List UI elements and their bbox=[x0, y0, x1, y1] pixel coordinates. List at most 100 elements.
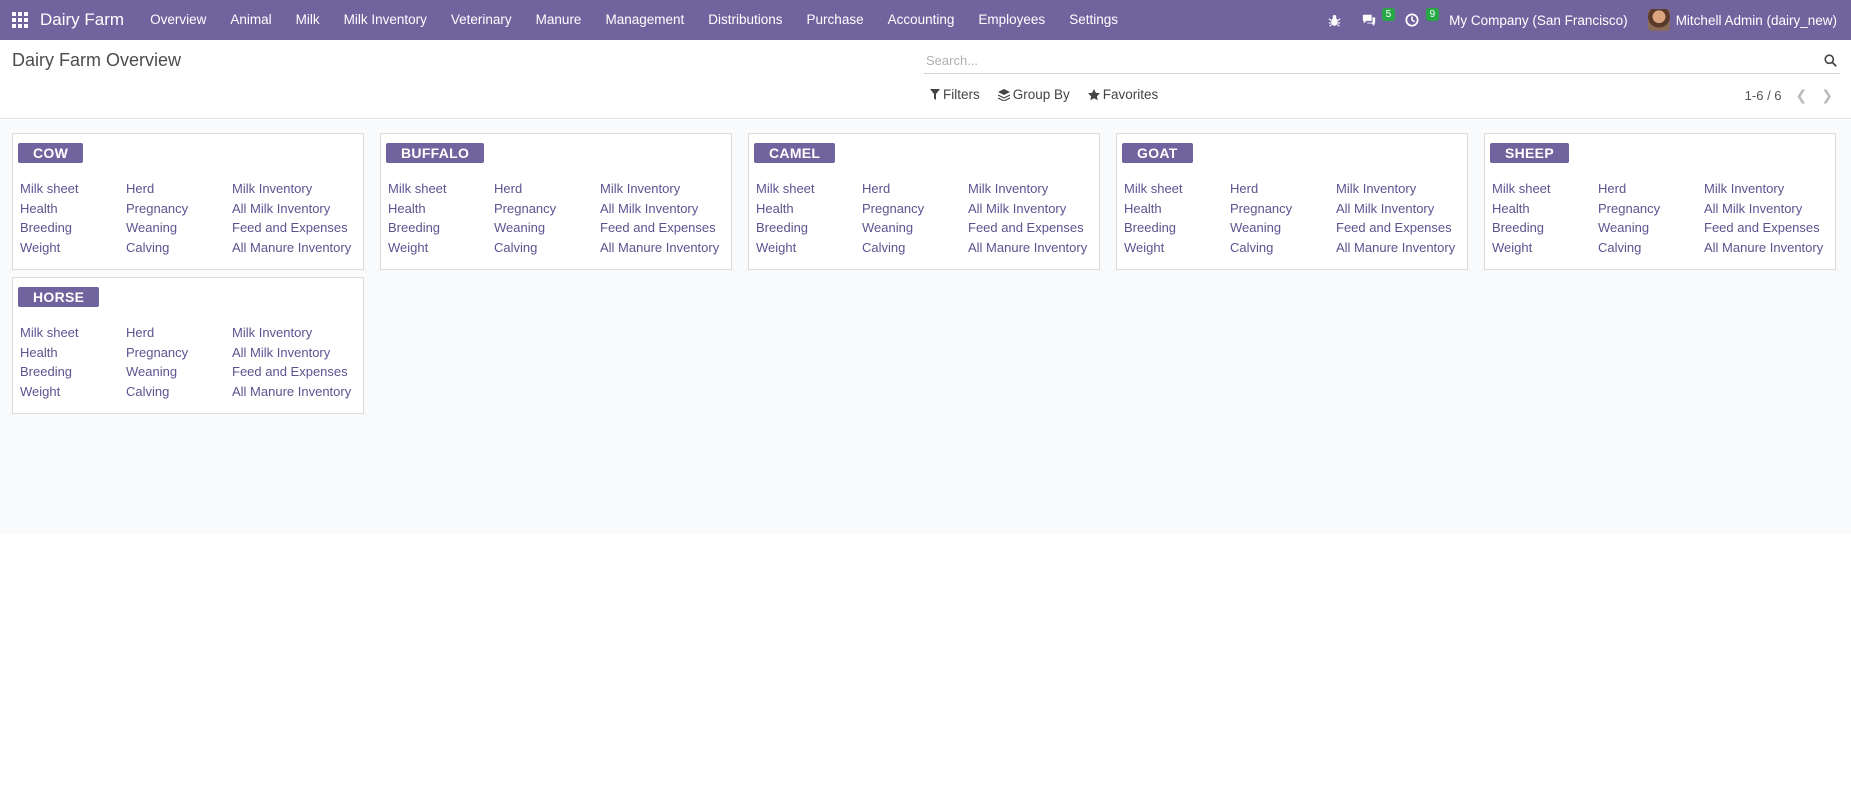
link-feed-and-expenses[interactable]: Feed and Expenses bbox=[1704, 220, 1834, 240]
link-milk-inventory[interactable]: Milk Inventory bbox=[1704, 181, 1834, 201]
chevron-left-icon[interactable]: ❮ bbox=[1796, 87, 1808, 104]
link-all-manure-inventory[interactable]: All Manure Inventory bbox=[232, 384, 362, 404]
link-breeding[interactable]: Breeding bbox=[20, 364, 126, 384]
link-health[interactable]: Health bbox=[756, 201, 862, 221]
link-milk-sheet[interactable]: Milk sheet bbox=[20, 181, 126, 201]
link-health[interactable]: Health bbox=[388, 201, 494, 221]
link-milk-sheet[interactable]: Milk sheet bbox=[20, 325, 126, 345]
group-by-button[interactable]: Group By bbox=[997, 87, 1070, 102]
link-weaning[interactable]: Weaning bbox=[862, 220, 968, 240]
link-calving[interactable]: Calving bbox=[1598, 240, 1704, 260]
link-pregnancy[interactable]: Pregnancy bbox=[494, 201, 600, 221]
link-all-manure-inventory[interactable]: All Manure Inventory bbox=[1704, 240, 1834, 260]
link-all-milk-inventory[interactable]: All Milk Inventory bbox=[968, 201, 1098, 221]
search-input[interactable] bbox=[924, 53, 1820, 68]
menu-item-milk[interactable]: Milk bbox=[284, 0, 332, 40]
link-weaning[interactable]: Weaning bbox=[1598, 220, 1704, 240]
link-all-manure-inventory[interactable]: All Manure Inventory bbox=[232, 240, 362, 260]
card-title[interactable]: HORSE bbox=[18, 287, 100, 307]
card-title[interactable]: BUFFALO bbox=[386, 143, 485, 163]
link-herd[interactable]: Herd bbox=[862, 181, 968, 201]
card-title[interactable]: SHEEP bbox=[1490, 143, 1569, 163]
link-herd[interactable]: Herd bbox=[1598, 181, 1704, 201]
menu-item-management[interactable]: Management bbox=[593, 0, 696, 40]
link-herd[interactable]: Herd bbox=[494, 181, 600, 201]
menu-item-milk-inventory[interactable]: Milk Inventory bbox=[332, 0, 439, 40]
link-all-manure-inventory[interactable]: All Manure Inventory bbox=[968, 240, 1098, 260]
link-calving[interactable]: Calving bbox=[862, 240, 968, 260]
link-herd[interactable]: Herd bbox=[126, 181, 232, 201]
link-feed-and-expenses[interactable]: Feed and Expenses bbox=[600, 220, 730, 240]
company-switcher[interactable]: My Company (San Francisco) bbox=[1439, 0, 1638, 40]
app-switcher-icon[interactable] bbox=[0, 0, 40, 40]
link-all-manure-inventory[interactable]: All Manure Inventory bbox=[600, 240, 730, 260]
link-pregnancy[interactable]: Pregnancy bbox=[1230, 201, 1336, 221]
chevron-right-icon[interactable]: ❯ bbox=[1821, 87, 1833, 104]
link-weight[interactable]: Weight bbox=[1492, 240, 1598, 260]
link-breeding[interactable]: Breeding bbox=[1492, 220, 1598, 240]
link-feed-and-expenses[interactable]: Feed and Expenses bbox=[232, 364, 362, 384]
link-milk-sheet[interactable]: Milk sheet bbox=[1492, 181, 1598, 201]
link-weaning[interactable]: Weaning bbox=[494, 220, 600, 240]
link-pregnancy[interactable]: Pregnancy bbox=[1598, 201, 1704, 221]
debug-button[interactable] bbox=[1318, 0, 1351, 40]
menu-item-purchase[interactable]: Purchase bbox=[795, 0, 876, 40]
link-breeding[interactable]: Breeding bbox=[1124, 220, 1230, 240]
link-weight[interactable]: Weight bbox=[1124, 240, 1230, 260]
link-milk-sheet[interactable]: Milk sheet bbox=[756, 181, 862, 201]
menu-item-manure[interactable]: Manure bbox=[524, 0, 594, 40]
search-button[interactable] bbox=[1820, 51, 1840, 71]
link-calving[interactable]: Calving bbox=[126, 384, 232, 404]
link-weight[interactable]: Weight bbox=[388, 240, 494, 260]
link-pregnancy[interactable]: Pregnancy bbox=[126, 201, 232, 221]
link-feed-and-expenses[interactable]: Feed and Expenses bbox=[968, 220, 1098, 240]
activities-button[interactable]: 9 bbox=[1395, 0, 1440, 40]
card-title[interactable]: GOAT bbox=[1122, 143, 1193, 163]
menu-item-animal[interactable]: Animal bbox=[218, 0, 283, 40]
link-weaning[interactable]: Weaning bbox=[126, 220, 232, 240]
filters-button[interactable]: Filters bbox=[930, 87, 980, 102]
link-weaning[interactable]: Weaning bbox=[126, 364, 232, 384]
link-milk-sheet[interactable]: Milk sheet bbox=[388, 181, 494, 201]
link-milk-inventory[interactable]: Milk Inventory bbox=[1336, 181, 1466, 201]
link-weaning[interactable]: Weaning bbox=[1230, 220, 1336, 240]
menu-item-employees[interactable]: Employees bbox=[966, 0, 1057, 40]
menu-item-accounting[interactable]: Accounting bbox=[876, 0, 967, 40]
link-feed-and-expenses[interactable]: Feed and Expenses bbox=[232, 220, 362, 240]
link-breeding[interactable]: Breeding bbox=[388, 220, 494, 240]
app-brand[interactable]: Dairy Farm bbox=[40, 10, 124, 30]
link-milk-inventory[interactable]: Milk Inventory bbox=[232, 325, 362, 345]
card-title[interactable]: COW bbox=[18, 143, 84, 163]
messages-button[interactable]: 5 bbox=[1351, 0, 1396, 40]
link-milk-inventory[interactable]: Milk Inventory bbox=[600, 181, 730, 201]
menu-item-veterinary[interactable]: Veterinary bbox=[439, 0, 524, 40]
link-health[interactable]: Health bbox=[20, 201, 126, 221]
menu-item-distributions[interactable]: Distributions bbox=[696, 0, 794, 40]
link-all-milk-inventory[interactable]: All Milk Inventory bbox=[600, 201, 730, 221]
link-weight[interactable]: Weight bbox=[756, 240, 862, 260]
link-breeding[interactable]: Breeding bbox=[756, 220, 862, 240]
link-herd[interactable]: Herd bbox=[126, 325, 232, 345]
link-all-milk-inventory[interactable]: All Milk Inventory bbox=[1704, 201, 1834, 221]
link-pregnancy[interactable]: Pregnancy bbox=[862, 201, 968, 221]
link-feed-and-expenses[interactable]: Feed and Expenses bbox=[1336, 220, 1466, 240]
link-all-manure-inventory[interactable]: All Manure Inventory bbox=[1336, 240, 1466, 260]
link-calving[interactable]: Calving bbox=[1230, 240, 1336, 260]
link-calving[interactable]: Calving bbox=[494, 240, 600, 260]
link-pregnancy[interactable]: Pregnancy bbox=[126, 345, 232, 365]
pager-value[interactable]: 1-6 / 6 bbox=[1745, 88, 1782, 103]
link-breeding[interactable]: Breeding bbox=[20, 220, 126, 240]
link-all-milk-inventory[interactable]: All Milk Inventory bbox=[1336, 201, 1466, 221]
menu-item-overview[interactable]: Overview bbox=[138, 0, 218, 40]
link-health[interactable]: Health bbox=[20, 345, 126, 365]
link-herd[interactable]: Herd bbox=[1230, 181, 1336, 201]
link-milk-inventory[interactable]: Milk Inventory bbox=[968, 181, 1098, 201]
link-health[interactable]: Health bbox=[1124, 201, 1230, 221]
link-weight[interactable]: Weight bbox=[20, 240, 126, 260]
link-all-milk-inventory[interactable]: All Milk Inventory bbox=[232, 201, 362, 221]
link-weight[interactable]: Weight bbox=[20, 384, 126, 404]
card-title[interactable]: CAMEL bbox=[754, 143, 836, 163]
menu-item-settings[interactable]: Settings bbox=[1057, 0, 1130, 40]
link-milk-sheet[interactable]: Milk sheet bbox=[1124, 181, 1230, 201]
link-calving[interactable]: Calving bbox=[126, 240, 232, 260]
